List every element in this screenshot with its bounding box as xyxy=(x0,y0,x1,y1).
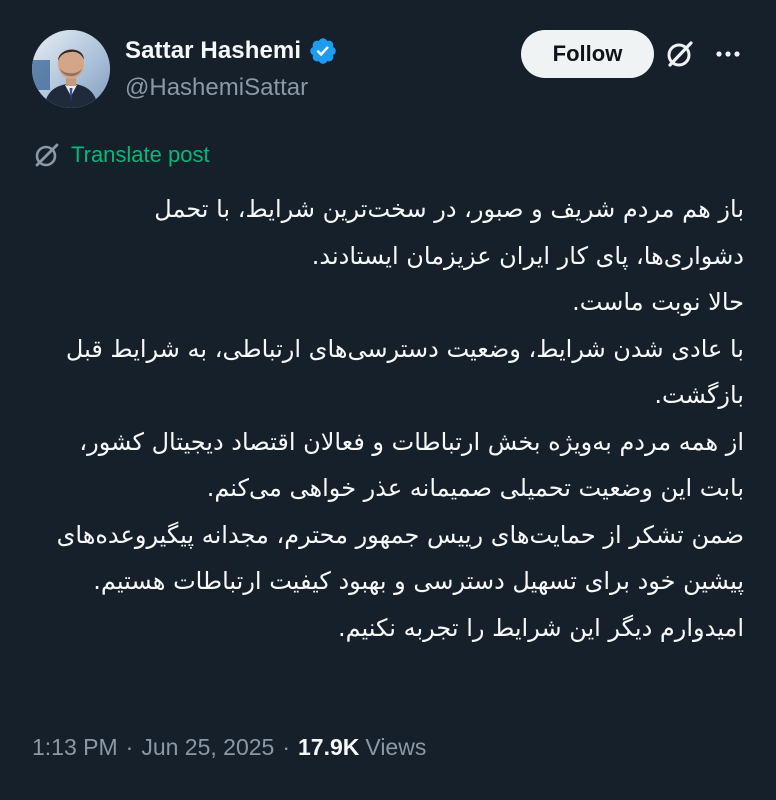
translate-post-label[interactable]: Translate post xyxy=(71,142,210,168)
tweet-date[interactable]: Jun 25, 2025 xyxy=(141,734,274,761)
name-row: Sattar Hashemi xyxy=(125,32,338,70)
follow-button[interactable]: Follow xyxy=(521,30,654,78)
verified-badge-icon xyxy=(308,36,338,66)
views-count[interactable]: 17.9K xyxy=(298,734,359,761)
tweet-container: Sattar Hashemi @HashemiSattar Follow Tra… xyxy=(0,0,776,800)
meta-separator: · xyxy=(282,734,291,760)
views-label: Views xyxy=(365,734,427,760)
grok-icon[interactable] xyxy=(664,38,696,70)
more-options-icon[interactable] xyxy=(712,38,744,70)
tweet-header: Sattar Hashemi @HashemiSattar Follow xyxy=(32,30,744,110)
avatar-image xyxy=(32,30,110,108)
avatar[interactable] xyxy=(32,30,110,108)
tweet-text: باز هم مردم شریف و صبور، در سخت‌ترین شرا… xyxy=(56,195,744,642)
translate-icon xyxy=(32,140,62,170)
display-name[interactable]: Sattar Hashemi xyxy=(125,37,301,65)
translate-post-link[interactable]: Translate post xyxy=(32,140,210,170)
author-block: Sattar Hashemi @HashemiSattar xyxy=(125,32,338,102)
user-handle[interactable]: @HashemiSattar xyxy=(125,74,338,102)
meta-separator: · xyxy=(125,734,134,760)
tweet-meta: 1:13 PM · Jun 25, 2025 · 17.9K Views xyxy=(32,734,426,761)
tweet-time[interactable]: 1:13 PM xyxy=(32,734,118,761)
